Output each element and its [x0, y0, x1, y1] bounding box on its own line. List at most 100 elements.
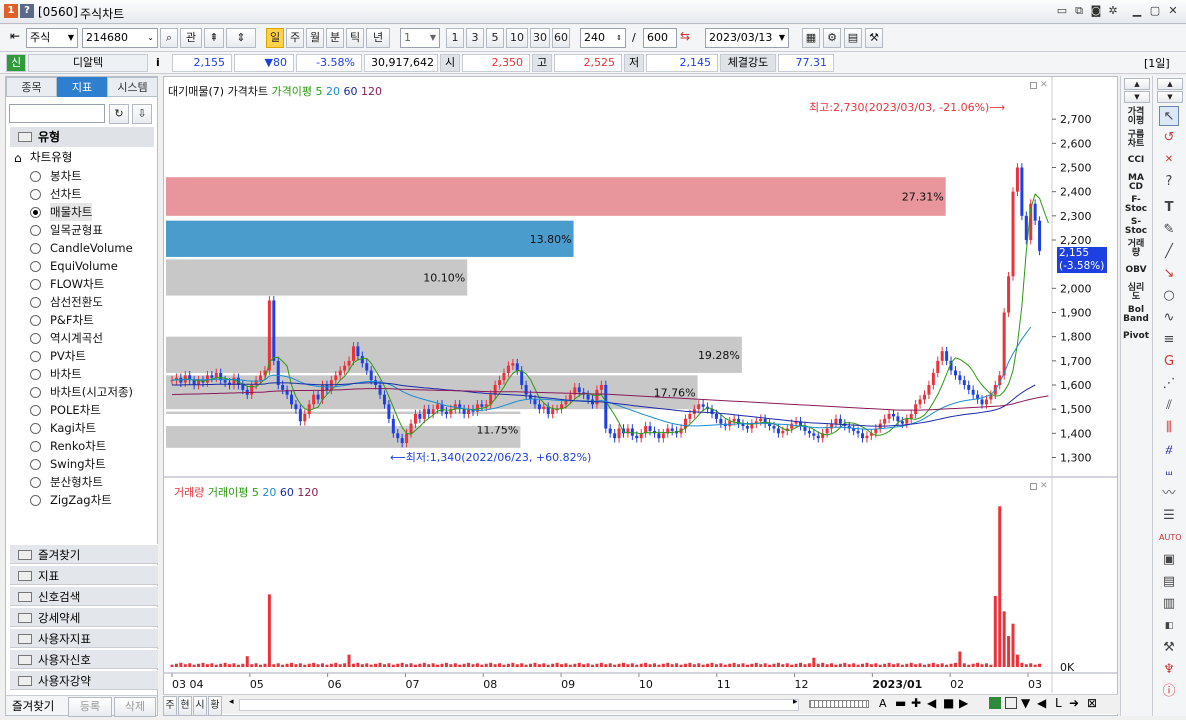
delete-button[interactable]: 삭제	[114, 697, 156, 717]
tab-indicators[interactable]: 지표	[57, 77, 107, 97]
bottom-tab-si[interactable]: 시	[193, 696, 207, 716]
chart-type-item[interactable]: Swing차트	[50, 455, 106, 473]
arrow-tool-icon[interactable]: ↘	[1159, 264, 1179, 284]
rewind-icon[interactable]: ◀	[927, 696, 936, 710]
accordion-item[interactable]: 사용자신호	[10, 649, 158, 669]
period-week-tab[interactable]: 주	[286, 28, 304, 48]
help-badge[interactable]: ?	[20, 4, 34, 18]
excel-icon[interactable]	[989, 697, 1001, 709]
accordion-item[interactable]: 즐겨찾기	[10, 544, 158, 564]
accordion-item[interactable]: 지표	[10, 565, 158, 585]
camera-icon[interactable]: ◙	[1089, 4, 1103, 18]
market-select[interactable]: 주식 ▼	[26, 28, 78, 48]
font-size-icon[interactable]: A	[879, 697, 887, 710]
maximize-icon[interactable]: ▢	[1148, 4, 1162, 18]
delete-all-icon[interactable]: ✕	[1159, 150, 1179, 170]
zoom-slider[interactable]	[809, 700, 869, 708]
bottom-tab-hwang[interactable]: 황	[208, 696, 222, 716]
obv-icon[interactable]: OBV	[1121, 266, 1151, 275]
scroll-up-icon[interactable]: ▲	[1124, 78, 1150, 90]
scroll-right-icon[interactable]: ▸	[793, 697, 798, 707]
period-month-tab[interactable]: 월	[306, 28, 324, 48]
chart-type-item[interactable]: 매물차트	[50, 203, 93, 221]
refresh-icon[interactable]: ↻	[109, 104, 129, 124]
date-select[interactable]: 2023/03/13 ▼	[705, 28, 789, 48]
horizontal-scrollbar[interactable]	[239, 699, 799, 711]
line-tool-icon[interactable]: ╱	[1159, 242, 1179, 262]
chart-type-item[interactable]: Renko차트	[50, 437, 106, 455]
chart-type-item[interactable]: EquiVolume	[50, 257, 118, 275]
chart-type-radio[interactable]	[30, 315, 41, 326]
stock-code-input[interactable]: 214680 ⌄	[82, 28, 158, 48]
related-button[interactable]: 관	[180, 28, 202, 48]
search-icon[interactable]: ⌕	[160, 28, 178, 48]
arrow-left-icon[interactable]: ◀	[1037, 696, 1046, 710]
chart-area[interactable]: 27.31% 13.80% 10.10% 19.28% 17.76% 11.75% 2,70…	[163, 76, 1118, 716]
fibo-tool-icon[interactable]: ≡	[1159, 330, 1179, 350]
price-trend-icon[interactable]: 가격 이평	[1121, 108, 1151, 126]
zigzag-icon[interactable]: 〰	[1159, 484, 1179, 504]
vol-pane-close-icon[interactable]: ✕	[1040, 481, 1048, 491]
chart-type-radio[interactable]	[30, 369, 41, 380]
compare-icon[interactable]: ◧	[1159, 616, 1179, 636]
tab-system[interactable]: 시스템	[107, 77, 158, 97]
chart-type-radio[interactable]	[30, 297, 41, 308]
chart-type-radio[interactable]	[30, 207, 41, 218]
log-scale-icon[interactable]: L	[1055, 696, 1062, 710]
chart-type-item[interactable]: FLOW차트	[50, 275, 104, 293]
sstoc-icon[interactable]: S- Stoc	[1121, 218, 1151, 236]
text-tool-icon[interactable]: T	[1159, 198, 1179, 218]
chart-type-item[interactable]: PV차트	[50, 347, 86, 365]
interval-1-button[interactable]: 1	[446, 28, 464, 48]
fan-tool-icon[interactable]: ⋰	[1159, 374, 1179, 394]
wave-tool-icon[interactable]: ∿	[1159, 308, 1179, 328]
minimize-icon[interactable]: ▁	[1130, 4, 1144, 18]
refresh-draw-icon[interactable]: ↺	[1159, 128, 1179, 148]
nav-first-icon[interactable]: ⇤	[6, 29, 24, 47]
chart-type-radio[interactable]	[30, 261, 41, 272]
parallel-icon[interactable]: ⧣	[1159, 440, 1179, 460]
tools-wrench-icon[interactable]: ⚒	[1159, 638, 1179, 658]
chart-type-radio[interactable]	[30, 243, 41, 254]
accordion-item[interactable]: 강세약세	[10, 607, 158, 627]
pane-close-icon[interactable]: ✕	[1040, 80, 1048, 90]
chart-type-item[interactable]: 일목균형표	[50, 221, 103, 239]
fstoc-icon[interactable]: F- Stoc	[1121, 196, 1151, 214]
draw-scroll-down-icon[interactable]: ▼	[1157, 91, 1183, 103]
interval-30-button[interactable]: 30	[530, 28, 550, 48]
chart-type-item[interactable]: POLE차트	[50, 401, 101, 419]
pane-restore-icon[interactable]	[1030, 82, 1037, 89]
circle-tool-icon[interactable]: ○	[1159, 286, 1179, 306]
period-day-tab[interactable]: 일	[266, 28, 284, 48]
chart-type-item[interactable]: P&F차트	[50, 311, 94, 329]
section-type[interactable]: 유형	[10, 127, 154, 147]
chart-type-item[interactable]: 역시계곡선	[50, 329, 103, 347]
chart-type-radio[interactable]	[30, 495, 41, 506]
vol-pane-restore-icon[interactable]	[1030, 483, 1037, 490]
tools-icon[interactable]: ⚒	[865, 28, 883, 48]
chart-type-radio[interactable]	[30, 351, 41, 362]
config-icon[interactable]: ⚙	[823, 28, 841, 48]
crosshair-icon[interactable]: ⊠	[1087, 696, 1097, 710]
chart-type-radio[interactable]	[30, 387, 41, 398]
chart-type-item[interactable]: 봉차트	[50, 167, 82, 185]
bollinger-icon[interactable]: Bol Band	[1121, 306, 1151, 324]
ichimoku-icon[interactable]: 구름 차트	[1121, 131, 1151, 149]
period-tick-tab[interactable]: 틱	[346, 28, 364, 48]
zoom-in-icon[interactable]: ✚	[911, 696, 921, 710]
register-button[interactable]: 등록	[68, 697, 112, 717]
grid-icon[interactable]	[1005, 697, 1017, 709]
link-icon[interactable]: ⧉	[1072, 4, 1086, 18]
info-icon[interactable]: i	[156, 56, 160, 69]
period-year-tab[interactable]: 년	[366, 28, 390, 48]
chart-type-radio[interactable]	[30, 225, 41, 236]
question-icon[interactable]: ?	[1159, 172, 1179, 192]
accordion-item[interactable]: 사용자지표	[10, 628, 158, 648]
bar-chart-icon[interactable]: ▥	[1159, 594, 1179, 614]
bottom-tab-hyeon[interactable]: 현	[178, 696, 192, 716]
subsection-chart-type[interactable]: 차트유형	[30, 149, 72, 165]
chart-type-item[interactable]: 바차트(시고저종)	[50, 383, 133, 401]
interval-5-button[interactable]: 5	[486, 28, 504, 48]
pivot-icon[interactable]: Pivot	[1121, 332, 1151, 341]
macd-icon[interactable]: MA CD	[1121, 174, 1151, 192]
